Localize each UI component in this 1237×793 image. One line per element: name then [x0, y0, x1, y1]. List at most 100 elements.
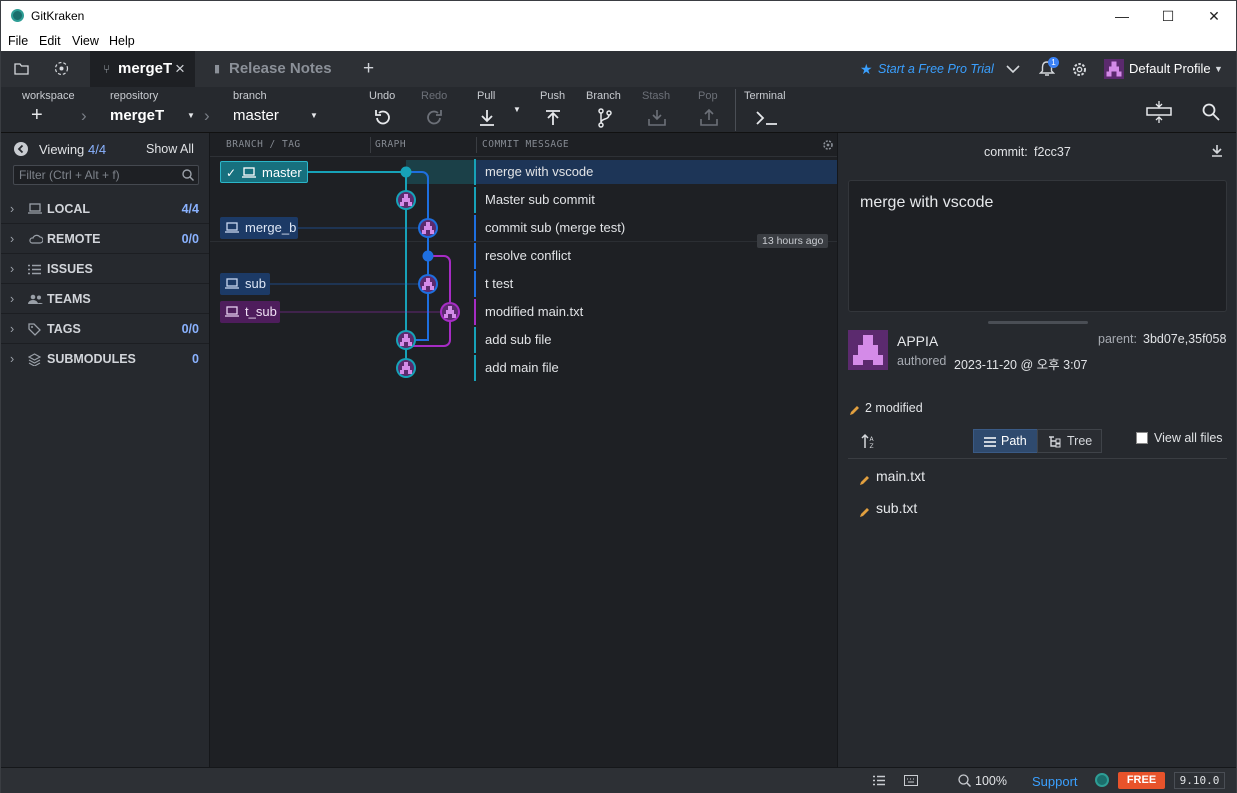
gear-icon[interactable]	[1071, 61, 1088, 78]
commit-row[interactable]: add main file	[474, 355, 837, 381]
tab-label: Release Notes	[229, 60, 332, 77]
repo-management-icon[interactable]	[54, 61, 69, 76]
new-tab-button[interactable]: +	[363, 51, 374, 87]
terminal-label: Terminal	[744, 90, 786, 102]
branch-create-icon[interactable]	[597, 108, 613, 128]
show-all-button[interactable]: Show All	[146, 142, 194, 156]
keyboard-icon[interactable]	[904, 775, 918, 786]
zoom-level[interactable]: 100%	[975, 774, 1007, 788]
commit-avatar[interactable]	[418, 218, 438, 238]
tab-release-notes[interactable]: ▮ Release Notes	[207, 51, 337, 87]
terminal-icon[interactable]	[756, 110, 778, 126]
commit-message-column-header[interactable]: COMMIT MESSAGE	[482, 139, 569, 150]
plan-badge[interactable]: FREE	[1118, 772, 1165, 789]
list-icon[interactable]	[873, 775, 885, 786]
chevron-down-icon[interactable]	[1006, 64, 1020, 74]
pull-label: Pull	[477, 90, 496, 102]
pull-icon[interactable]	[479, 109, 495, 127]
view-all-files-label: View all files	[1154, 431, 1223, 445]
menu-help[interactable]: Help	[109, 34, 135, 48]
branch-label-sub[interactable]: sub	[220, 273, 270, 295]
repository-selector[interactable]: mergeT	[110, 107, 164, 124]
maximize-button[interactable]: ☐	[1145, 1, 1191, 31]
commit-row[interactable]: add sub file	[474, 327, 837, 353]
left-sidebar: Viewing 4/4 Show All Filter (Ctrl + Alt …	[1, 133, 210, 767]
commit-avatar[interactable]	[396, 358, 416, 378]
tree-icon	[1049, 436, 1061, 448]
branch-label-master[interactable]: ✓ master	[220, 161, 308, 183]
menu-edit[interactable]: Edit	[39, 34, 61, 48]
branch-label-t-sub[interactable]: t_sub	[220, 301, 280, 323]
pencil-icon	[850, 406, 859, 415]
star-icon: ★	[860, 61, 873, 77]
support-link[interactable]: Support	[1032, 774, 1078, 789]
path-view-button[interactable]: Path	[973, 429, 1038, 453]
branch-name: t_sub	[245, 304, 277, 319]
commit-avatar[interactable]	[396, 330, 416, 350]
sidebar-section-submodules[interactable]: › SUBMODULES 0	[1, 344, 209, 374]
stash-label: Stash	[642, 90, 671, 102]
pro-trial-link[interactable]: Start a Free Pro Trial	[878, 51, 994, 87]
resize-handle[interactable]	[988, 321, 1088, 324]
commit-avatar[interactable]	[418, 274, 438, 294]
tree-view-button[interactable]: Tree	[1037, 429, 1102, 453]
branch-label-merge-b[interactable]: merge_b	[220, 217, 298, 239]
branch-name: sub	[245, 276, 266, 291]
close-tab-icon[interactable]: ×	[175, 51, 185, 87]
commit-detail-panel: commit: f2cc37 merge with vscode APPIA a…	[837, 133, 1236, 767]
view-all-files-checkbox[interactable]	[1136, 432, 1148, 444]
laptop-icon	[242, 167, 256, 178]
sidebar-section-local[interactable]: › LOCAL 4/4	[1, 194, 209, 224]
gitkraken-logo-icon	[1095, 773, 1109, 787]
tab-mergeT[interactable]: ⑂ mergeT ×	[90, 51, 195, 87]
add-workspace-icon[interactable]: +	[31, 104, 43, 127]
sidebar-section-remote[interactable]: › REMOTE 0/0	[1, 224, 209, 254]
layout-toggle-icon[interactable]	[1146, 100, 1172, 124]
parent-shas[interactable]: 3bd07e,35f058	[1143, 332, 1226, 346]
parent-label: parent:	[1098, 332, 1137, 346]
commit-row[interactable]: t test	[474, 271, 837, 297]
sidebar-section-teams[interactable]: › TEAMS	[1, 284, 209, 314]
profile-avatar[interactable]	[1104, 59, 1124, 79]
branch-button-label: Branch	[586, 90, 621, 102]
sort-icon[interactable]: AZ	[861, 433, 877, 449]
tag-icon	[28, 323, 41, 336]
commit-message-box[interactable]: merge with vscode	[848, 180, 1227, 312]
commit-row[interactable]: merge with vscode	[474, 159, 837, 185]
close-window-button[interactable]: ✕	[1191, 1, 1237, 31]
menu-file[interactable]: File	[8, 34, 28, 48]
commit-row[interactable]: Master sub commit	[474, 187, 837, 213]
version-badge: 9.10.0	[1174, 772, 1225, 789]
folder-icon[interactable]	[14, 62, 29, 75]
commit-row[interactable]: modified main.txt	[474, 299, 837, 325]
section-count: 0/0	[181, 322, 199, 336]
section-count: 4/4	[181, 202, 199, 216]
path-label: Path	[1001, 434, 1027, 448]
zoom-icon[interactable]	[958, 774, 971, 787]
sidebar-section-issues[interactable]: › ISSUES	[1, 254, 209, 284]
search-icon[interactable]	[1202, 103, 1220, 121]
section-label: TEAMS	[47, 292, 91, 306]
minimize-button[interactable]: —	[1099, 1, 1145, 31]
sidebar-section-tags[interactable]: › TAGS 0/0	[1, 314, 209, 344]
profile-name[interactable]: Default Profile	[1129, 51, 1211, 87]
commit-avatar[interactable]	[440, 302, 460, 322]
repository-label: repository	[110, 90, 159, 102]
repo-dropdown-icon[interactable]: ▼	[187, 111, 195, 120]
commit-avatar[interactable]	[396, 190, 416, 210]
laptop-icon	[225, 278, 239, 289]
file-row[interactable]: sub.txt	[848, 496, 1227, 526]
gear-icon[interactable]	[822, 139, 834, 151]
filter-input[interactable]: Filter (Ctrl + Alt + f)	[13, 165, 199, 185]
profile-dropdown-icon[interactable]: ▼	[1214, 51, 1223, 87]
commit-sha[interactable]: f2cc37	[1034, 145, 1071, 159]
file-row[interactable]: main.txt	[848, 464, 1227, 494]
back-arrow-icon[interactable]	[14, 142, 28, 156]
pull-options-icon[interactable]: ▼	[513, 105, 521, 114]
download-icon[interactable]	[1211, 144, 1223, 158]
branch-dropdown-icon[interactable]: ▼	[310, 111, 318, 120]
undo-icon[interactable]	[374, 109, 392, 127]
push-icon[interactable]	[545, 109, 561, 127]
menu-view[interactable]: View	[72, 34, 99, 48]
branch-selector[interactable]: master	[233, 107, 279, 124]
